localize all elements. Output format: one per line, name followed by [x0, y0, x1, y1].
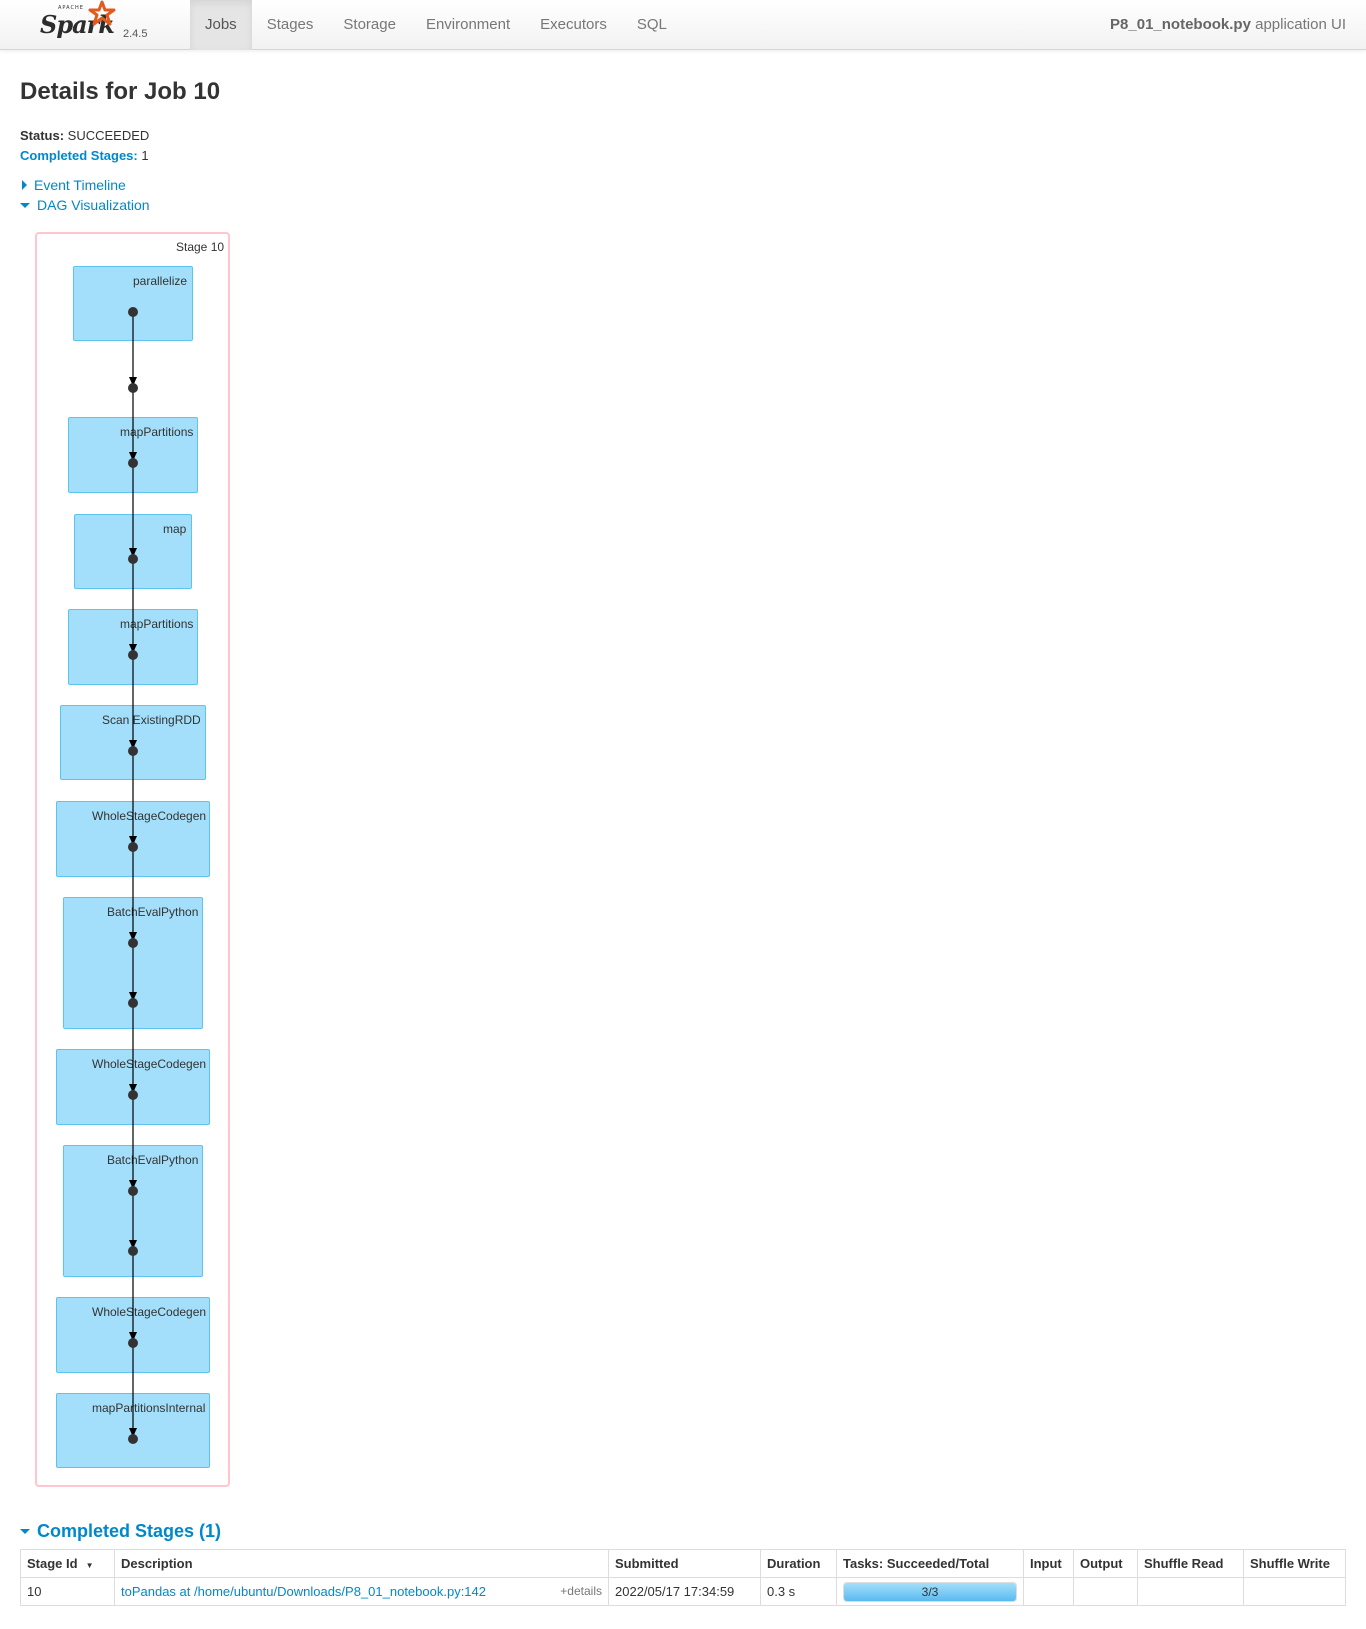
- dag-node: [128, 1338, 138, 1348]
- dag-edges: [128, 307, 138, 1444]
- app-file-name: P8_01_notebook.py: [1110, 16, 1251, 33]
- dag-node: [128, 307, 138, 317]
- completed-stages-table: Stage Id ▼ Description Submitted Duration…: [20, 1549, 1346, 1606]
- main-nav: Jobs Stages Storage Environment Executor…: [190, 0, 682, 50]
- dag-node: [128, 746, 138, 756]
- col-output[interactable]: Output: [1073, 1549, 1138, 1578]
- shuffle-write-cell: [1243, 1577, 1346, 1606]
- details-toggle[interactable]: +details: [560, 1584, 602, 1598]
- completed-stages-heading: Completed Stages (1): [37, 1521, 222, 1541]
- dag-node: [128, 938, 138, 948]
- completed-stages-toggle[interactable]: Completed Stages (1): [20, 1521, 221, 1542]
- table-row: 10 toPandas at /home/ubuntu/Downloads/P8…: [20, 1577, 1346, 1606]
- col-duration[interactable]: Duration: [760, 1549, 837, 1578]
- collapse-arrow-icon: [20, 1529, 30, 1534]
- dag-node: [128, 650, 138, 660]
- col-input[interactable]: Input: [1023, 1549, 1074, 1578]
- dag-node: [128, 998, 138, 1008]
- stage-description-link[interactable]: toPandas at /home/ubuntu/Downloads/P8_01…: [121, 1584, 486, 1599]
- dag-node: [128, 1434, 138, 1444]
- tasks-progress-text: 3/3: [921, 1584, 939, 1599]
- tab-storage[interactable]: Storage: [328, 0, 411, 50]
- table-header-row: Stage Id ▼ Description Submitted Duration…: [20, 1549, 1346, 1578]
- dag-node: [128, 383, 138, 393]
- stage-id-cell: 10: [20, 1577, 115, 1606]
- col-description[interactable]: Description: [114, 1549, 609, 1578]
- tab-sql[interactable]: SQL: [622, 0, 682, 50]
- tasks-cell: 3/3: [836, 1577, 1024, 1606]
- col-shuffle-read[interactable]: Shuffle Read: [1137, 1549, 1244, 1578]
- duration-cell: 0.3 s: [760, 1577, 837, 1606]
- application-name: P8_01_notebook.py application UI: [1110, 0, 1346, 50]
- col-submitted[interactable]: Submitted: [608, 1549, 761, 1578]
- dag-node: [128, 842, 138, 852]
- dag-node: [128, 1090, 138, 1100]
- submitted-cell: 2022/05/17 17:34:59: [608, 1577, 761, 1606]
- tab-environment[interactable]: Environment: [411, 0, 525, 50]
- col-tasks[interactable]: Tasks: Succeeded/Total: [836, 1549, 1024, 1578]
- dag-node: [128, 458, 138, 468]
- sort-desc-icon[interactable]: ▼: [86, 1561, 94, 1570]
- app-suffix: application UI: [1250, 16, 1346, 33]
- tab-stages[interactable]: Stages: [252, 0, 329, 50]
- shuffle-read-cell: [1137, 1577, 1244, 1606]
- output-cell: [1073, 1577, 1138, 1606]
- col-stage-id[interactable]: Stage Id ▼: [20, 1549, 115, 1578]
- dag-node: [128, 1186, 138, 1196]
- description-cell: toPandas at /home/ubuntu/Downloads/P8_01…: [114, 1577, 609, 1606]
- tasks-progress-bar: 3/3: [843, 1581, 1017, 1602]
- col-shuffle-write[interactable]: Shuffle Write: [1243, 1549, 1346, 1578]
- input-cell: [1023, 1577, 1074, 1606]
- dag-node: [128, 1246, 138, 1256]
- tab-executors[interactable]: Executors: [525, 0, 622, 50]
- dag-node: [128, 554, 138, 564]
